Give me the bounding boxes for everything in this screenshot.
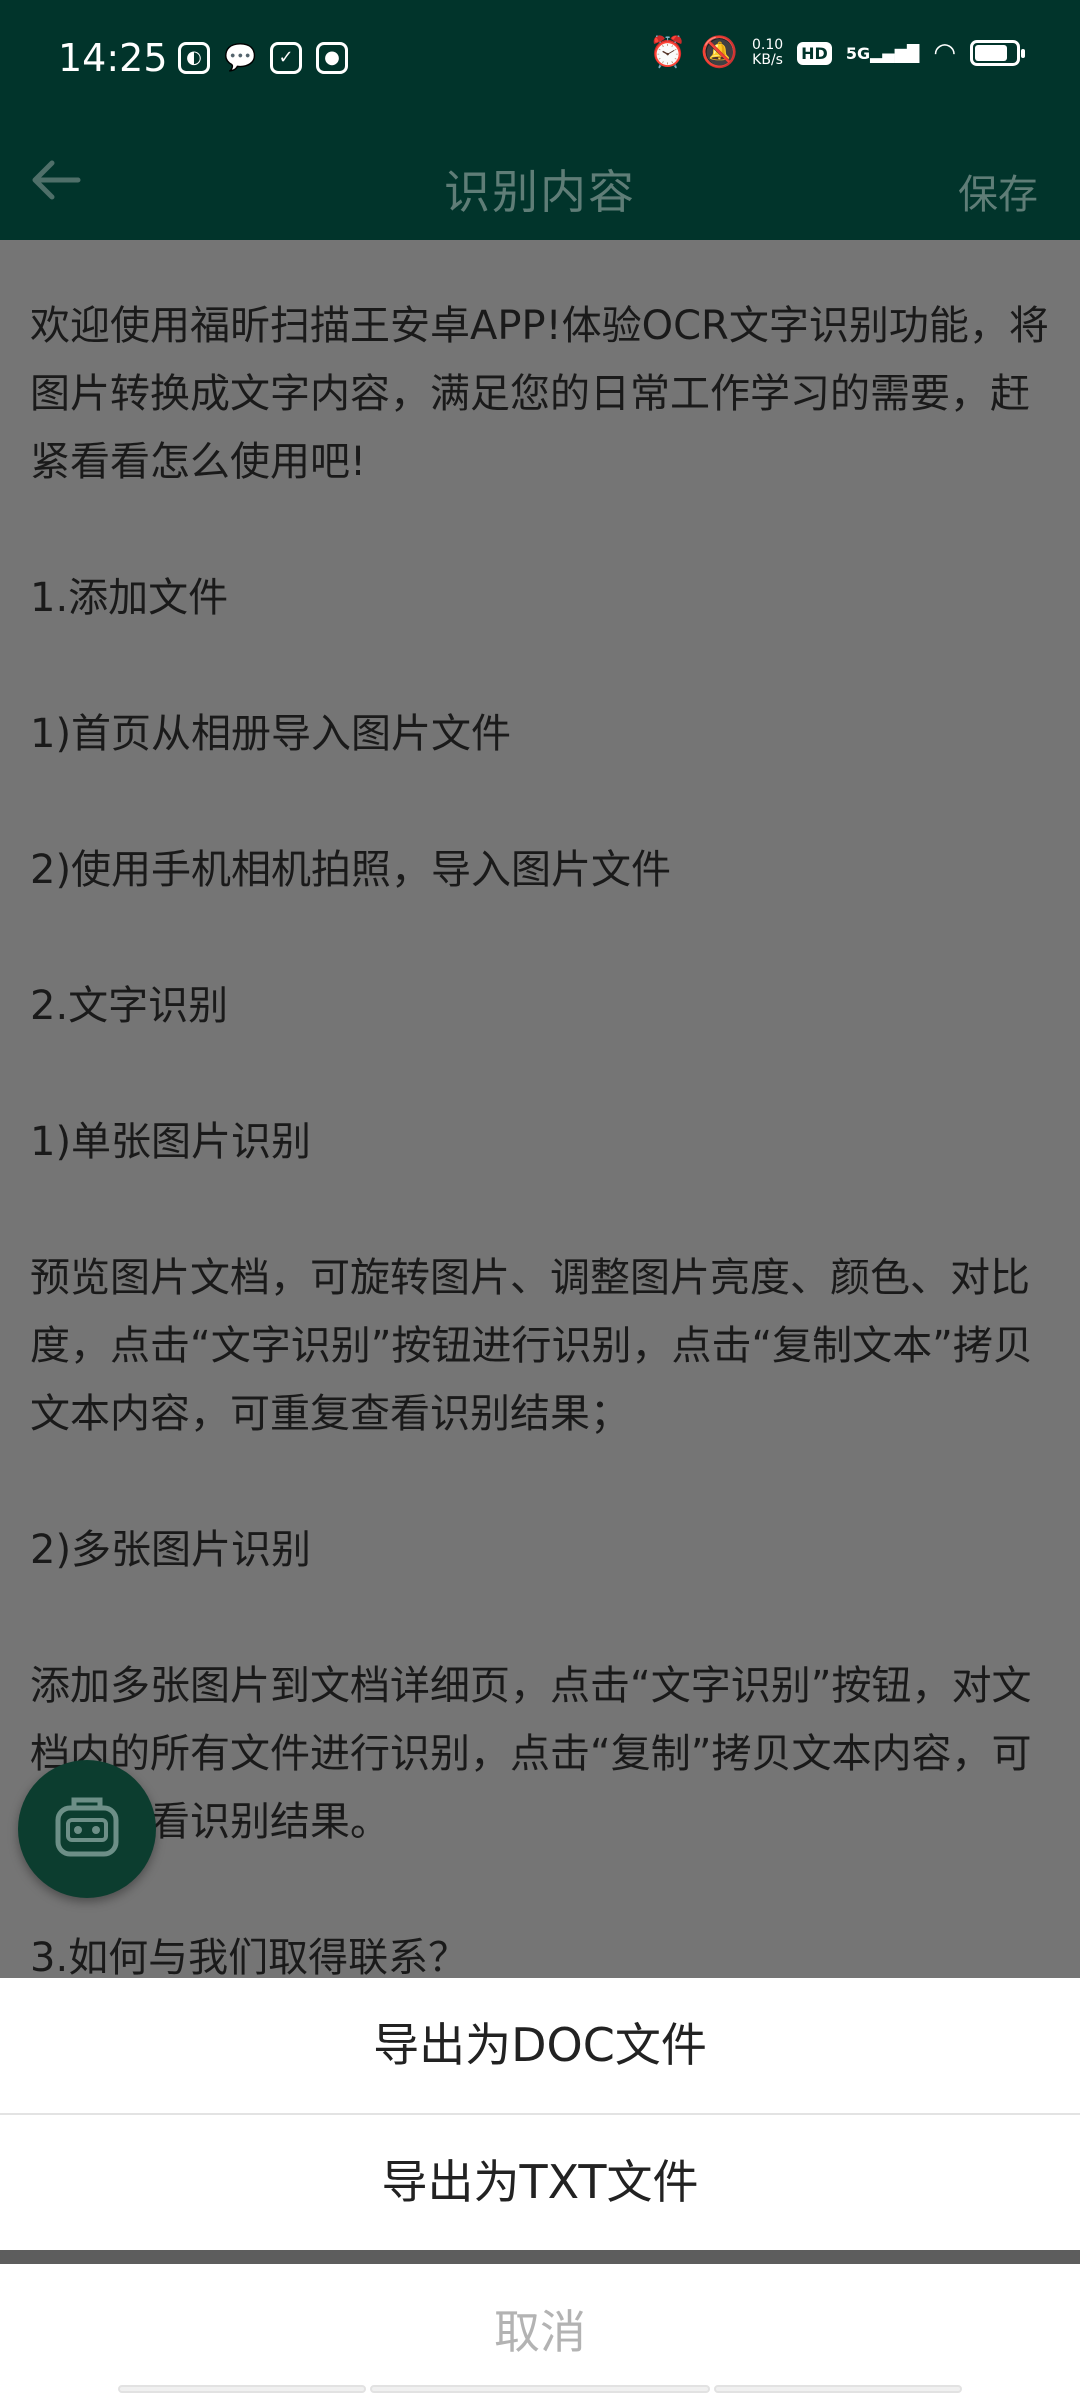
net-speed: 0.10 KB/s (751, 37, 784, 68)
chat-icon: ● (316, 42, 348, 74)
nav-hint-bar (118, 2385, 366, 2393)
app-bar: 识别内容 保存 (0, 120, 1080, 240)
recognized-content: 欢迎使用福昕扫描王安卓APP!体验OCR文字识别功能，将图片转换成文字内容，满足… (0, 240, 1080, 1981)
robot-icon (55, 1797, 119, 1857)
inbox-icon: ✓ (270, 42, 302, 74)
signal-icon: 5G▂▄▆█ (845, 43, 920, 63)
nav-hint-bar (370, 2385, 710, 2393)
system-icons: ⏰ 🔕 0.10 KB/s HD 5G▂▄▆█ ◠ (649, 35, 1025, 70)
battery-icon (970, 40, 1025, 66)
mute-icon: 🔕 (700, 35, 738, 70)
alarm-icon: ⏰ (649, 35, 687, 70)
save-button[interactable]: 保存 (958, 162, 1038, 220)
export-txt-option[interactable]: 导出为TXT文件 (0, 2115, 1080, 2250)
photo-app-icon: ◐ (178, 42, 210, 74)
page-title: 识别内容 (444, 165, 636, 219)
recognized-text[interactable]: 欢迎使用福昕扫描王安卓APP!体验OCR文字识别功能，将图片转换成文字内容，满足… (30, 292, 1050, 1992)
status-time: 14:25 (58, 36, 168, 80)
nav-hint-bar (714, 2385, 962, 2393)
status-bar: 14:25 ◐ 💬 ✓ ● ⏰ 🔕 0.10 KB/s HD 5G▂▄▆█ ◠ (0, 0, 1080, 120)
wechat-icon: 💬 (224, 43, 257, 73)
sheet-divider (0, 2250, 1080, 2264)
cancel-button[interactable]: 取消 (0, 2264, 1080, 2400)
notification-icons: ◐ 💬 ✓ ● (178, 42, 348, 74)
floating-assistant-button[interactable] (18, 1760, 156, 1898)
hd-badge: HD (797, 41, 832, 65)
wifi-icon: ◠ (933, 38, 956, 68)
export-doc-option[interactable]: 导出为DOC文件 (0, 1978, 1080, 2115)
